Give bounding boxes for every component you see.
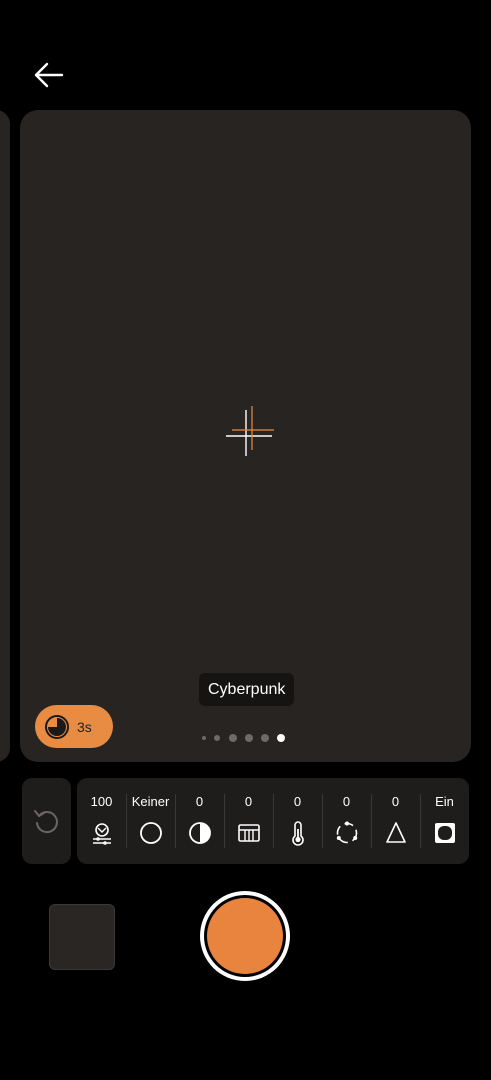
page-dot <box>229 734 237 742</box>
rounded-frame-icon <box>434 823 455 843</box>
adjust-value: 100 <box>90 794 113 809</box>
page-dot <box>202 736 206 740</box>
dotted-circle-icon <box>336 821 357 844</box>
shutter-core <box>207 898 283 974</box>
filter-name-label: Cyberpunk <box>199 673 295 706</box>
previous-preview-card[interactable] <box>0 110 10 762</box>
page-dot <box>261 734 269 742</box>
shutter-button[interactable] <box>200 891 290 981</box>
adjust-value: Keiner <box>131 794 170 809</box>
adjust-temperature[interactable]: 0 <box>273 778 322 864</box>
adjust-value: 0 <box>244 794 253 809</box>
adjustment-bar: 100 Keiner 0 0 0 0 0 Ein <box>77 778 469 864</box>
page-dot <box>245 734 253 742</box>
adjust-value: 0 <box>195 794 204 809</box>
timer-icon <box>45 714 69 739</box>
grid-frame-icon <box>237 824 260 842</box>
arrow-left-icon <box>34 62 64 88</box>
adjust-saturation[interactable]: 0 <box>224 778 273 864</box>
page-dot-active <box>277 734 285 742</box>
adjust-tint[interactable]: 0 <box>322 778 371 864</box>
thermometer-icon <box>291 821 304 846</box>
shutter-ring <box>204 895 286 977</box>
camera-preview[interactable]: Cyberpunk 3s <box>20 110 471 762</box>
reset-icon <box>33 810 58 834</box>
adjust-contrast[interactable]: 0 <box>175 778 224 864</box>
adjust-vignette[interactable]: Keiner <box>126 778 175 864</box>
timer-button[interactable]: 3s <box>35 705 113 748</box>
adjust-value: 0 <box>391 794 400 809</box>
adjust-frame[interactable]: Ein <box>420 778 469 864</box>
focus-crosshair-icon <box>226 406 274 456</box>
adjust-value: 0 <box>342 794 351 809</box>
gallery-thumbnail[interactable] <box>49 904 115 970</box>
filter-page-indicator <box>202 734 285 742</box>
page-dot <box>214 735 220 741</box>
back-button[interactable] <box>32 60 66 90</box>
adjust-sharpness[interactable]: 0 <box>371 778 420 864</box>
adjust-brightness[interactable]: 100 <box>77 778 126 864</box>
adjust-value: Ein <box>435 794 454 809</box>
circle-outline-icon <box>139 822 162 844</box>
adjust-value: 0 <box>293 794 302 809</box>
reset-adjustments-button[interactable] <box>22 778 71 864</box>
brightness-adjust-icon <box>92 823 111 845</box>
contrast-icon <box>188 822 211 844</box>
triangle-icon <box>385 822 406 843</box>
timer-label: 3s <box>77 718 92 735</box>
